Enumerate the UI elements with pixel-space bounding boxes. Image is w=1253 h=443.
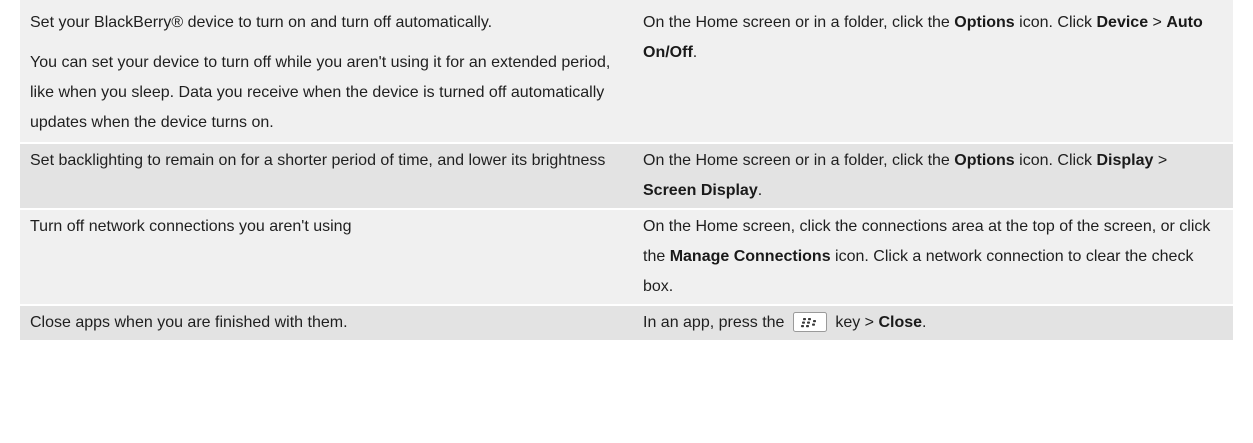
close-label: Close (878, 314, 923, 331)
separator: > (1153, 152, 1168, 169)
options-label: Options (954, 14, 1015, 31)
tip-cell: Close apps when you are finished with th… (20, 305, 633, 342)
instruction-cell: On the Home screen or in a folder, click… (633, 143, 1233, 210)
manage-connections-label: Manage Connections (669, 248, 831, 265)
tip-text: Close apps when you are finished with th… (30, 314, 348, 331)
instruction-text: On the Home screen or in a folder, click… (643, 152, 955, 169)
table-row: Turn off network connections you aren't … (20, 209, 1233, 306)
tip-cell: Turn off network connections you aren't … (20, 209, 633, 306)
table-row: Set your BlackBerry® device to turn on a… (20, 0, 1233, 144)
instruction-cell: On the Home screen, click the connection… (633, 209, 1233, 306)
table-row: Set backlighting to remain on for a shor… (20, 143, 1233, 210)
instruction-cell: In an app, press the key > Close. (633, 305, 1233, 342)
instruction-text: icon. Click (1014, 14, 1097, 31)
device-label: Device (1096, 14, 1149, 31)
separator: > (1148, 14, 1167, 31)
instruction-cell: On the Home screen or in a folder, click… (633, 0, 1233, 144)
battery-tips-table: Set your BlackBerry® device to turn on a… (20, 0, 1233, 342)
display-label: Display (1096, 152, 1154, 169)
instruction-text: icon. Click (1014, 152, 1097, 169)
instruction-text: On the Home screen or in a folder, click… (643, 14, 955, 31)
instruction-text: In an app, press the (643, 314, 789, 331)
instruction-text: key > (830, 314, 879, 331)
tip-text: Set your BlackBerry® device to turn on a… (30, 14, 493, 31)
tip-cell: Set your BlackBerry® device to turn on a… (20, 0, 633, 144)
screen-display-label: Screen Display (643, 182, 758, 199)
period: . (692, 44, 698, 61)
period: . (922, 314, 927, 331)
blackberry-menu-key-icon (792, 312, 827, 332)
tip-text: Set backlighting to remain on for a shor… (30, 152, 606, 169)
period: . (757, 182, 763, 199)
table-row: Close apps when you are finished with th… (20, 305, 1233, 342)
tip-description: You can set your device to turn off whil… (30, 54, 611, 131)
tip-text: Turn off network connections you aren't … (30, 218, 352, 235)
options-label: Options (954, 152, 1015, 169)
tip-cell: Set backlighting to remain on for a shor… (20, 143, 633, 210)
